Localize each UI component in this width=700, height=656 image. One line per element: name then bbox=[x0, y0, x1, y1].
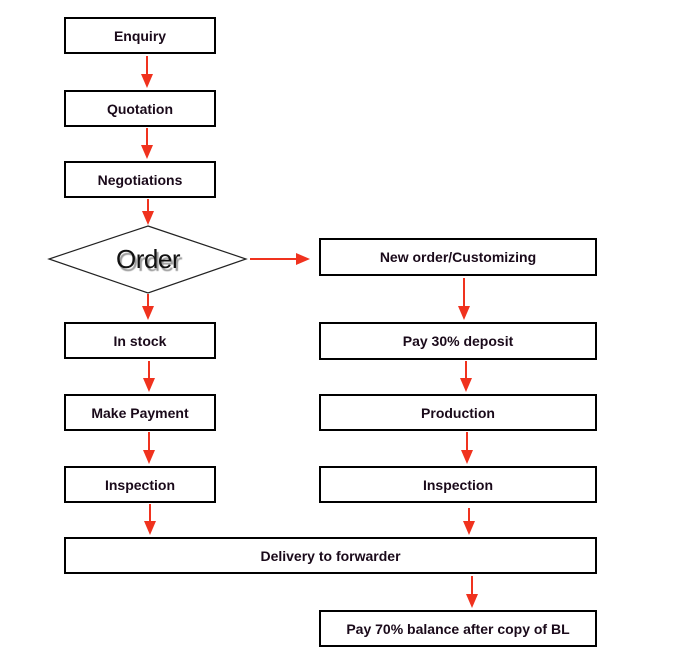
arrow-head bbox=[466, 594, 478, 608]
arrow-make-payment-to-inspection-left bbox=[143, 432, 155, 464]
arrow-enquiry-to-quotation bbox=[141, 56, 153, 88]
arrow-head bbox=[144, 521, 156, 535]
arrow-order-to-new-order bbox=[250, 253, 310, 265]
arrow-head bbox=[143, 450, 155, 464]
arrow-head bbox=[142, 306, 154, 320]
arrow-head bbox=[143, 378, 155, 392]
arrow-production-to-inspection-right bbox=[461, 432, 473, 464]
arrow-quotation-to-negotiations bbox=[141, 128, 153, 159]
arrow-inspection-left-to-delivery bbox=[144, 504, 156, 535]
order-decision-label: Order bbox=[116, 244, 180, 274]
arrow-head bbox=[141, 145, 153, 159]
arrow-inspection-right-to-delivery bbox=[463, 508, 475, 535]
node-pay-balance: Pay 70% balance after copy of BL bbox=[319, 610, 597, 647]
arrow-head bbox=[463, 521, 475, 535]
arrow-deposit-to-production bbox=[460, 361, 472, 392]
arrow-head bbox=[458, 306, 470, 320]
arrow-in-stock-to-make-payment bbox=[143, 361, 155, 392]
arrow-new-order-to-deposit bbox=[458, 278, 470, 320]
node-quotation: Quotation bbox=[64, 90, 216, 127]
flowchart: Order Enquiry Quotation Negotiations In … bbox=[0, 0, 700, 656]
arrow-negotiations-to-order bbox=[142, 199, 154, 225]
node-make-payment: Make Payment bbox=[64, 394, 216, 431]
arrow-head bbox=[142, 211, 154, 225]
node-new-order-customizing: New order/Customizing bbox=[319, 238, 597, 276]
node-delivery-to-forwarder: Delivery to forwarder bbox=[64, 537, 597, 574]
node-inspection-right: Inspection bbox=[319, 466, 597, 503]
arrow-head bbox=[461, 450, 473, 464]
node-pay-deposit: Pay 30% deposit bbox=[319, 322, 597, 360]
node-inspection-left: Inspection bbox=[64, 466, 216, 503]
arrow-head bbox=[141, 74, 153, 88]
arrow-delivery-to-final bbox=[466, 576, 478, 608]
arrow-head bbox=[460, 378, 472, 392]
node-in-stock: In stock bbox=[64, 322, 216, 359]
node-production: Production bbox=[319, 394, 597, 431]
node-negotiations: Negotiations bbox=[64, 161, 216, 198]
arrow-order-to-in-stock bbox=[142, 294, 154, 320]
node-enquiry: Enquiry bbox=[64, 17, 216, 54]
arrow-head bbox=[296, 253, 310, 265]
